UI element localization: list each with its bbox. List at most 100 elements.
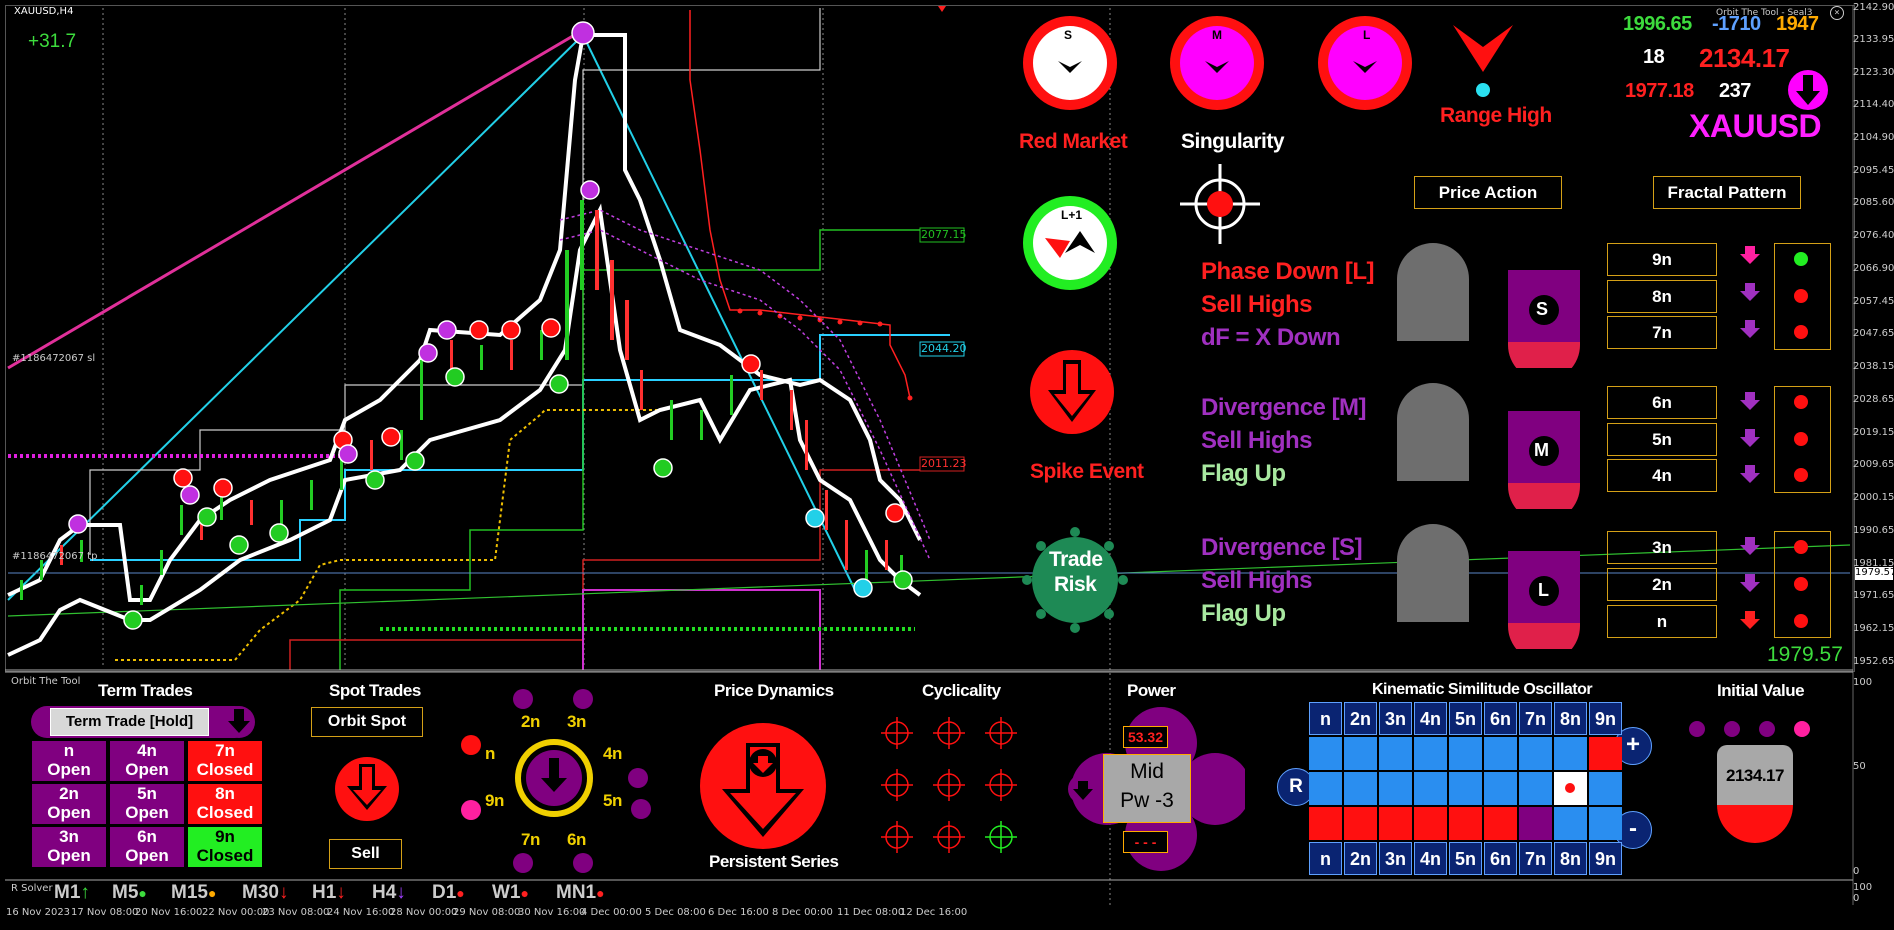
- kso-cell[interactable]: [1414, 772, 1447, 805]
- term-cell[interactable]: 9n Closed: [187, 826, 263, 868]
- l1-label: L+1: [1061, 208, 1083, 222]
- tf-d1[interactable]: D1●: [432, 882, 465, 904]
- kso-cell[interactable]: [1519, 807, 1552, 840]
- kso-header: 5n: [1449, 702, 1482, 735]
- close-icon[interactable]: ×: [1830, 6, 1844, 20]
- term-cell[interactable]: 7n Closed: [187, 740, 263, 782]
- term-cell-status: Open: [125, 803, 169, 822]
- kso-cell[interactable]: [1484, 772, 1517, 805]
- term-cell-n: 9n: [215, 827, 235, 846]
- kso-cell[interactable]: [1414, 807, 1447, 840]
- row-8n[interactable]: 8n: [1607, 280, 1717, 313]
- tf-m5[interactable]: M5●: [112, 882, 147, 904]
- trade-risk-label-2: Risk: [1054, 573, 1097, 596]
- kso-cell[interactable]: [1589, 737, 1622, 770]
- range-high-icon: [1453, 25, 1513, 97]
- kso-footer: 4n: [1414, 842, 1447, 875]
- kso-footer: n: [1309, 842, 1342, 875]
- crosshair-icon: [1180, 164, 1260, 244]
- kso-cell[interactable]: [1449, 737, 1482, 770]
- time-axis[interactable]: 16 Nov 2023 17 Nov 08:00 20 Nov 16:00 22…: [5, 907, 1853, 923]
- term-cell-n: 2n: [59, 784, 79, 803]
- kso-cell[interactable]: [1344, 737, 1377, 770]
- kso-cell[interactable]: [1344, 772, 1377, 805]
- term-cell[interactable]: 6n Open: [109, 826, 185, 868]
- kso-cell[interactable]: [1449, 772, 1482, 805]
- sub-tick: 100: [1853, 882, 1873, 893]
- tf-h1[interactable]: H1↓: [312, 882, 346, 904]
- y-tick: 2104.90: [1853, 132, 1894, 143]
- kso-header: 9n: [1589, 702, 1622, 735]
- kso-header: 2n: [1344, 702, 1377, 735]
- kso-cell[interactable]: [1449, 807, 1482, 840]
- kso-cell[interactable]: [1589, 772, 1622, 805]
- group-1-line-2: Sell Highs: [1201, 291, 1313, 318]
- term-cell-status: Open: [47, 846, 91, 865]
- profit-value: +31.7: [28, 31, 77, 52]
- tf-m15[interactable]: M15●: [171, 882, 216, 904]
- kso-cell[interactable]: [1519, 737, 1552, 770]
- term-cell[interactable]: 3n Open: [31, 826, 107, 868]
- kso-cell[interactable]: [1519, 772, 1552, 805]
- term-cell[interactable]: 4n Open: [109, 740, 185, 782]
- y-tick: 1990.65: [1853, 525, 1894, 536]
- tf-h4[interactable]: H4↓: [372, 882, 406, 904]
- cyclicality-grid: [881, 717, 1017, 853]
- term-down-icon[interactable]: [222, 703, 256, 741]
- tf-m1[interactable]: M1↑: [54, 882, 90, 904]
- row-7n[interactable]: 7n: [1607, 316, 1717, 349]
- term-cell[interactable]: 2n Open: [31, 783, 107, 825]
- tf-mn1[interactable]: MN1●: [556, 882, 605, 904]
- kso-cell[interactable]: [1309, 807, 1342, 840]
- kso-cell[interactable]: [1309, 772, 1342, 805]
- kso-cell[interactable]: [1589, 807, 1622, 840]
- x-tick: 17 Nov 08:00: [71, 907, 139, 918]
- kso-cell[interactable]: [1484, 737, 1517, 770]
- y-tick: 2038.15: [1853, 361, 1894, 372]
- power-pw-label: Pw -3: [1120, 789, 1174, 812]
- orbit-ring[interactable]: [455, 683, 655, 883]
- kso-cell[interactable]: [1379, 737, 1412, 770]
- tf-m30[interactable]: M30↓: [242, 882, 288, 904]
- kso-cell[interactable]: [1379, 807, 1412, 840]
- row-n[interactable]: n: [1607, 605, 1717, 638]
- status-dot: [1794, 614, 1808, 628]
- x-tick: 16 Nov 2023: [6, 907, 71, 918]
- kso-cell[interactable]: [1554, 737, 1587, 770]
- term-cell[interactable]: 8n Closed: [187, 783, 263, 825]
- orbit-label-n: n: [485, 744, 495, 763]
- term-trade-hold-button[interactable]: Term Trade [Hold]: [50, 708, 209, 736]
- sell-button[interactable]: Sell: [329, 839, 402, 869]
- tf-label: MN1: [556, 882, 597, 903]
- kso-cell[interactable]: [1379, 772, 1412, 805]
- sub-tick: 50: [1853, 761, 1866, 772]
- dot-icon: ●: [520, 885, 529, 901]
- fractal-pattern-button[interactable]: Fractal Pattern: [1653, 176, 1801, 209]
- kso-cell-active[interactable]: [1554, 772, 1587, 805]
- badge-s-letter: S: [1536, 299, 1549, 319]
- kso-grid: n 2n 3n 4n 5n 6n 7n 8n 9n n 2n 3n 4n 5n …: [1307, 700, 1622, 875]
- spike-event-label: Spike Event: [1030, 460, 1144, 483]
- badge-m-letter: M: [1534, 440, 1549, 460]
- kso-footer: 3n: [1379, 842, 1412, 875]
- orbit-label-9n: 9n: [485, 791, 504, 810]
- price-action-button[interactable]: Price Action: [1414, 176, 1562, 209]
- row-2n[interactable]: 2n: [1607, 568, 1717, 601]
- orbit-spot-button[interactable]: Orbit Spot: [311, 707, 423, 737]
- term-cell[interactable]: n Open: [31, 740, 107, 782]
- term-cell[interactable]: 5n Open: [109, 783, 185, 825]
- kso-cell[interactable]: [1344, 807, 1377, 840]
- tf-w1[interactable]: W1●: [492, 882, 529, 904]
- kso-cell[interactable]: [1309, 737, 1342, 770]
- status-dot: [1794, 468, 1808, 482]
- kso-cell[interactable]: [1414, 737, 1447, 770]
- tf-label: H1: [312, 882, 337, 903]
- row-4n[interactable]: 4n: [1607, 459, 1717, 492]
- row-6n[interactable]: 6n: [1607, 386, 1717, 419]
- kso-cell[interactable]: [1554, 807, 1587, 840]
- spot-down-icon: [335, 757, 399, 821]
- row-5n[interactable]: 5n: [1607, 423, 1717, 456]
- kso-cell[interactable]: [1484, 807, 1517, 840]
- row-3n[interactable]: 3n: [1607, 531, 1717, 564]
- row-9n[interactable]: 9n: [1607, 243, 1717, 276]
